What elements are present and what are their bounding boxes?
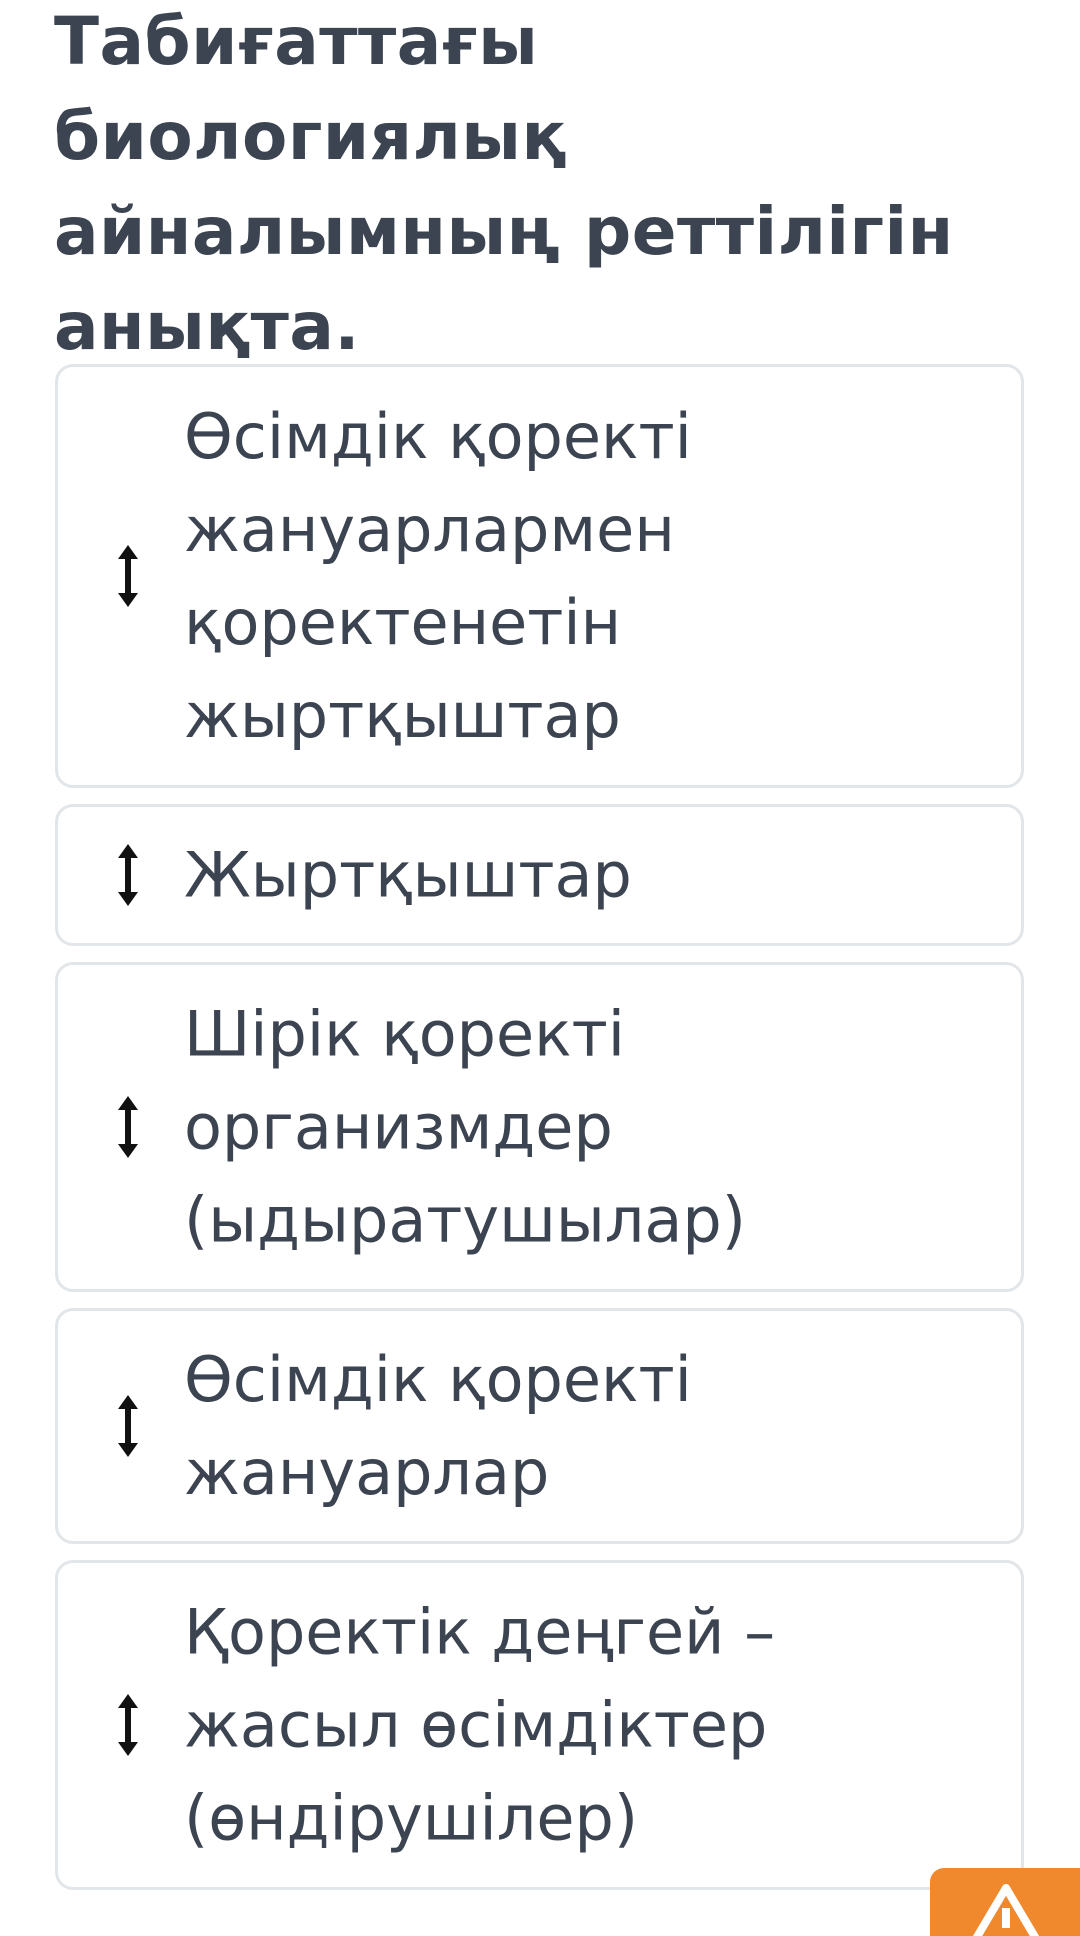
question-title-line: анықта. [54, 288, 360, 365]
label-line: Жыртқыштар [184, 838, 632, 912]
report-button[interactable] [930, 1868, 1080, 1936]
label-line: жануарлар [184, 1436, 550, 1509]
label-line: жасыл өсімдіктер [184, 1688, 768, 1762]
sortable-item-decomposers[interactable]: Шірік қоректі организмдер (ыдыратушылар) [55, 962, 1024, 1292]
sortable-item-label: Шірік қоректі организмдер (ыдыратушылар) [184, 988, 1004, 1267]
sortable-item-label: Өсімдік қоректі жануарлар [184, 1333, 1004, 1519]
label-line: (өндірушілер) [184, 1781, 639, 1855]
label-line: қоректенетін [184, 586, 622, 659]
label-line: Өсімдік қоректі [184, 1343, 692, 1416]
sortable-item-producers[interactable]: Қоректік деңгей – жасыл өсімдіктер (өнді… [55, 1560, 1024, 1890]
sortable-item-herbivores[interactable]: Өсімдік қоректі жануарлар [55, 1308, 1024, 1544]
question-title-line: биологиялық [54, 98, 567, 175]
sortable-item-label: Өсімдік қоректі жануарлармен қоректенеті… [184, 390, 1004, 762]
sortable-item-carnivores-eating-herbivores[interactable]: Өсімдік қоректі жануарлармен қоректенеті… [55, 364, 1024, 788]
label-line: Қоректік деңгей – [184, 1595, 776, 1669]
label-line: Өсімдік қоректі [184, 400, 692, 473]
sortable-item-label: Жыртқыштар [184, 829, 1004, 922]
question-title: Табиғаттағы биологиялық айналымның ретті… [54, 0, 994, 374]
warning-icon [972, 1884, 1040, 1936]
up-down-arrow-icon[interactable] [116, 842, 140, 908]
up-down-arrow-icon[interactable] [116, 543, 140, 609]
up-down-arrow-icon[interactable] [116, 1094, 140, 1160]
question-title-line: Табиғаттағы [54, 3, 539, 80]
sortable-item-predators[interactable]: Жыртқыштар [55, 804, 1024, 946]
up-down-arrow-icon[interactable] [116, 1393, 140, 1459]
label-line: Шірік қоректі [184, 997, 625, 1071]
question-title-line: айналымның реттілігін [54, 193, 954, 270]
label-line: жануарлармен [184, 493, 675, 566]
label-line: организмдер [184, 1090, 613, 1164]
label-line: жыртқыштар [184, 679, 621, 752]
label-line: (ыдыратушылар) [184, 1183, 746, 1257]
up-down-arrow-icon[interactable] [116, 1692, 140, 1758]
sortable-item-label: Қоректік деңгей – жасыл өсімдіктер (өнді… [184, 1586, 1004, 1865]
